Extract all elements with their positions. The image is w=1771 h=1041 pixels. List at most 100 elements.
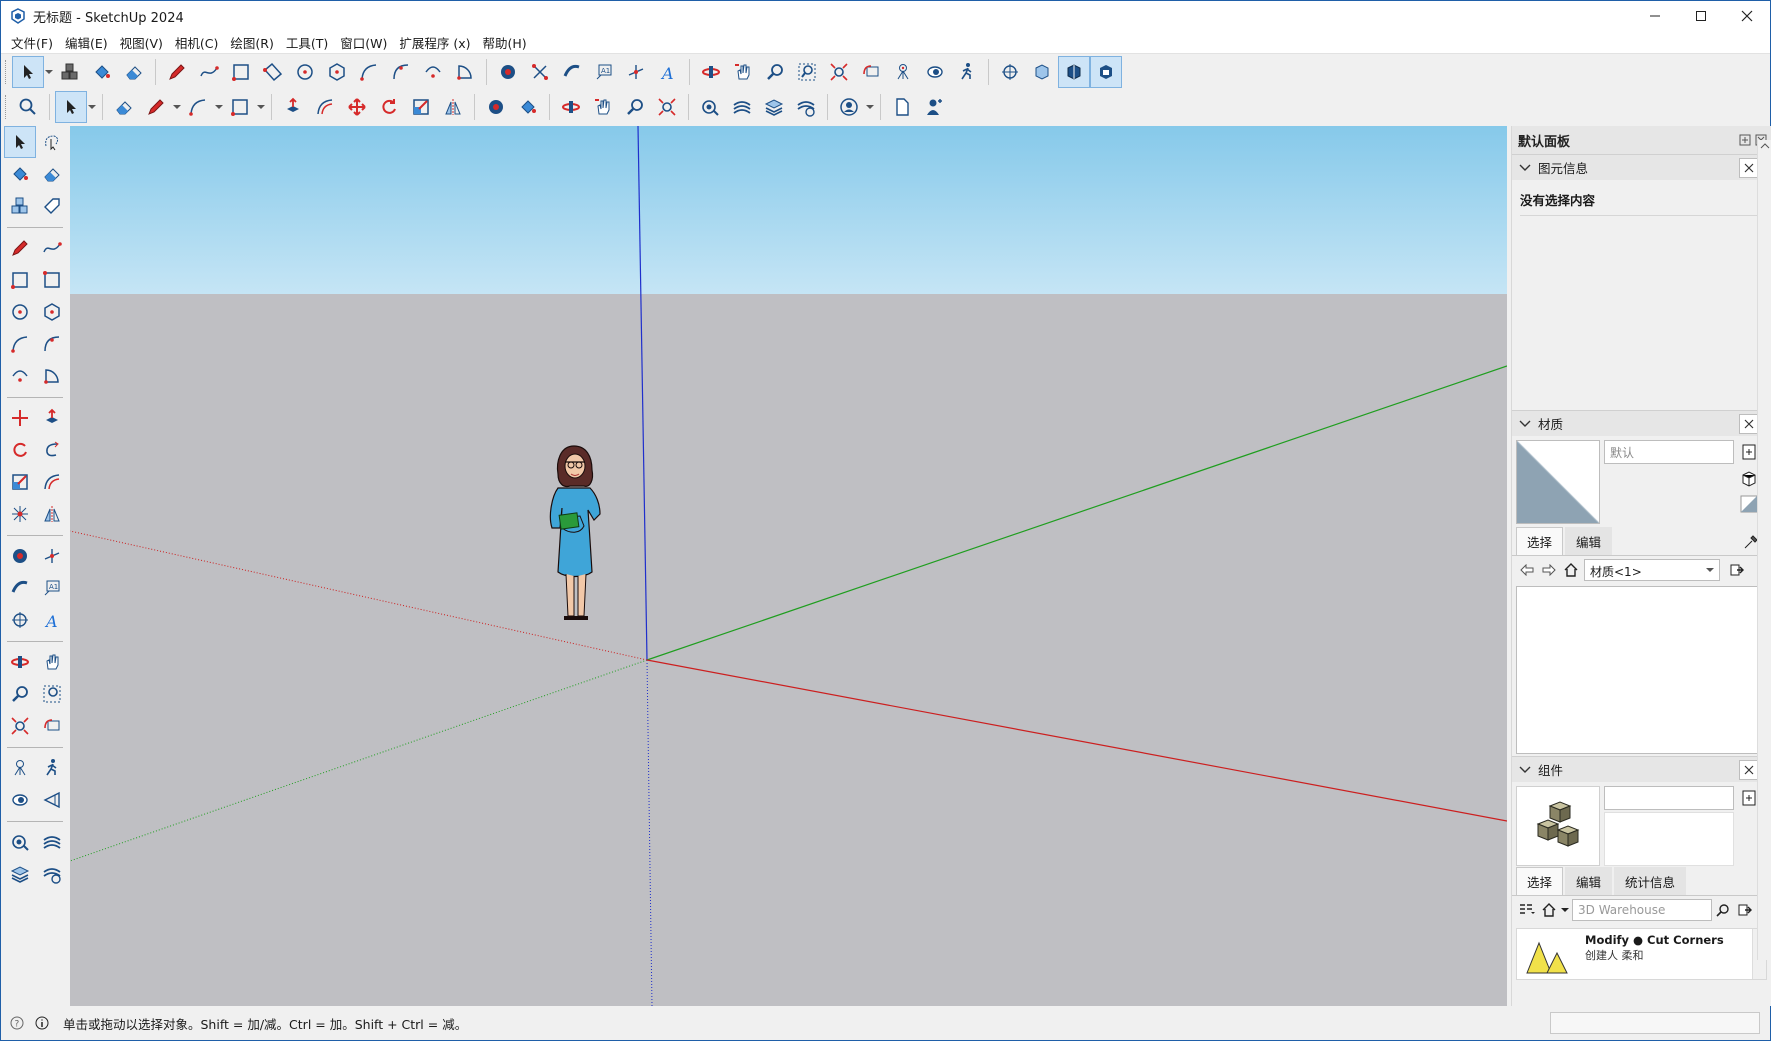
entity-info-header[interactable]: 图元信息 [1512, 154, 1771, 180]
3d-viewport[interactable] [70, 126, 1507, 1006]
pencil-button[interactable] [4, 232, 36, 264]
circle-button[interactable] [4, 296, 36, 328]
protractor-button[interactable] [4, 572, 36, 604]
warehouse-result-item[interactable]: Modify ● Cut Corners 创建人 柔和 [1516, 928, 1767, 980]
zoom-extents-button[interactable] [4, 710, 36, 742]
section-plane-button[interactable] [994, 56, 1026, 88]
details-button[interactable] [1734, 899, 1756, 921]
materials-tab-edit[interactable]: 编辑 [1565, 527, 1613, 555]
scale-button[interactable] [4, 466, 36, 498]
show-terrain-button[interactable] [726, 91, 758, 123]
component-name-field[interactable] [1604, 786, 1734, 810]
rotate-button[interactable] [4, 434, 36, 466]
display-section-button[interactable] [1026, 56, 1058, 88]
search-button[interactable] [12, 91, 44, 123]
eraser-button[interactable] [36, 158, 68, 190]
paint-bucket-button[interactable] [4, 158, 36, 190]
show-terrain-button[interactable] [36, 826, 68, 858]
orbit-button[interactable] [4, 646, 36, 678]
instructor-toggle[interactable] [33, 1014, 51, 1032]
push-pull-button[interactable] [36, 402, 68, 434]
components-tab-select[interactable]: 选择 [1516, 867, 1564, 895]
zoom-button[interactable] [759, 56, 791, 88]
account-dropdown[interactable] [865, 91, 875, 123]
components-tab-stats[interactable]: 统计信息 [1614, 867, 1687, 895]
add-location-button[interactable] [694, 91, 726, 123]
move-button[interactable] [341, 91, 373, 123]
rotated-rectangle-button[interactable] [36, 264, 68, 296]
3point-arc-button[interactable] [4, 360, 36, 392]
user-button[interactable] [918, 91, 950, 123]
orbit-button[interactable] [555, 91, 587, 123]
tray-scrollbar[interactable] [1757, 140, 1771, 960]
select-tool-button[interactable] [4, 126, 36, 158]
follow-me-button[interactable] [36, 434, 68, 466]
account-button[interactable] [833, 91, 865, 123]
navigation-dropdown[interactable] [1560, 894, 1570, 926]
walk-button[interactable] [36, 752, 68, 784]
select-dropdown[interactable] [44, 56, 54, 88]
section-fill-button[interactable] [1090, 55, 1122, 88]
select-tool-button[interactable] [55, 91, 87, 123]
menu-file[interactable]: 文件(F) [5, 33, 59, 52]
tape-measure-button[interactable] [480, 91, 512, 123]
3point-arc-button[interactable] [417, 56, 449, 88]
pin-icon[interactable] [1739, 134, 1751, 146]
pan-button[interactable] [727, 56, 759, 88]
select-tool-button[interactable] [12, 55, 44, 88]
material-name-field[interactable]: 默认 [1604, 440, 1734, 464]
rotated-rectangle-button[interactable] [257, 56, 289, 88]
back-button[interactable] [1516, 559, 1538, 581]
offset-button[interactable] [36, 466, 68, 498]
paint-bucket-button[interactable] [512, 91, 544, 123]
shape-dropdown[interactable] [256, 91, 266, 123]
materials-tab-select[interactable]: 选择 [1516, 527, 1564, 555]
zoom-extents-button[interactable] [651, 91, 683, 123]
components-close-button[interactable] [1739, 760, 1759, 780]
materials-list[interactable] [1516, 586, 1767, 754]
scale-button[interactable] [405, 91, 437, 123]
zoom-window-button[interactable] [791, 56, 823, 88]
components-header[interactable]: 组件 [1512, 756, 1771, 782]
component-tool-button[interactable] [4, 190, 36, 222]
look-around-button[interactable] [919, 56, 951, 88]
advanced-camera-button[interactable] [36, 784, 68, 816]
2point-arc-button[interactable] [385, 56, 417, 88]
warehouse-button[interactable] [36, 858, 68, 890]
3d-text-button[interactable]: A [36, 604, 68, 636]
home-button[interactable] [1538, 899, 1560, 921]
zoom-button[interactable] [4, 678, 36, 710]
menu-window[interactable]: 窗口(W) [334, 33, 393, 52]
create-material-button[interactable] [1739, 442, 1759, 462]
materials-close-button[interactable] [1739, 414, 1759, 434]
axes-button[interactable] [620, 56, 652, 88]
rectangle-button[interactable] [225, 56, 257, 88]
add-location-button[interactable] [4, 826, 36, 858]
close-button[interactable] [1724, 1, 1770, 31]
dimension-button[interactable]: A1 [588, 56, 620, 88]
menu-view[interactable]: 视图(V) [114, 33, 169, 52]
materials-header[interactable]: 材质 [1512, 410, 1771, 436]
flip-button[interactable] [36, 498, 68, 530]
arc-button[interactable] [182, 91, 214, 123]
menu-tools[interactable]: 工具(T) [280, 33, 334, 52]
menu-camera[interactable]: 相机(C) [169, 33, 224, 52]
pencil-button[interactable] [161, 56, 193, 88]
polygon-button[interactable] [36, 296, 68, 328]
warehouse-button[interactable] [790, 91, 822, 123]
menu-help[interactable]: 帮助(H) [477, 33, 533, 52]
pie-button[interactable] [36, 360, 68, 392]
component-details-button[interactable] [1739, 788, 1759, 808]
axes-button[interactable] [36, 540, 68, 572]
paint-bucket-button[interactable] [86, 56, 118, 88]
material-swatch[interactable] [1516, 440, 1600, 524]
position-camera-button[interactable] [887, 56, 919, 88]
component-tool-button[interactable] [54, 56, 86, 88]
material-collection-select[interactable]: 材质<1> [1584, 559, 1720, 581]
paint-materials-button[interactable] [1739, 468, 1759, 488]
scene-canvas[interactable] [70, 126, 1507, 1006]
measurements-box[interactable] [1550, 1012, 1760, 1034]
3d-text-button[interactable]: A [652, 56, 684, 88]
sample-default-button[interactable] [1739, 494, 1759, 514]
freehand-button[interactable] [36, 232, 68, 264]
